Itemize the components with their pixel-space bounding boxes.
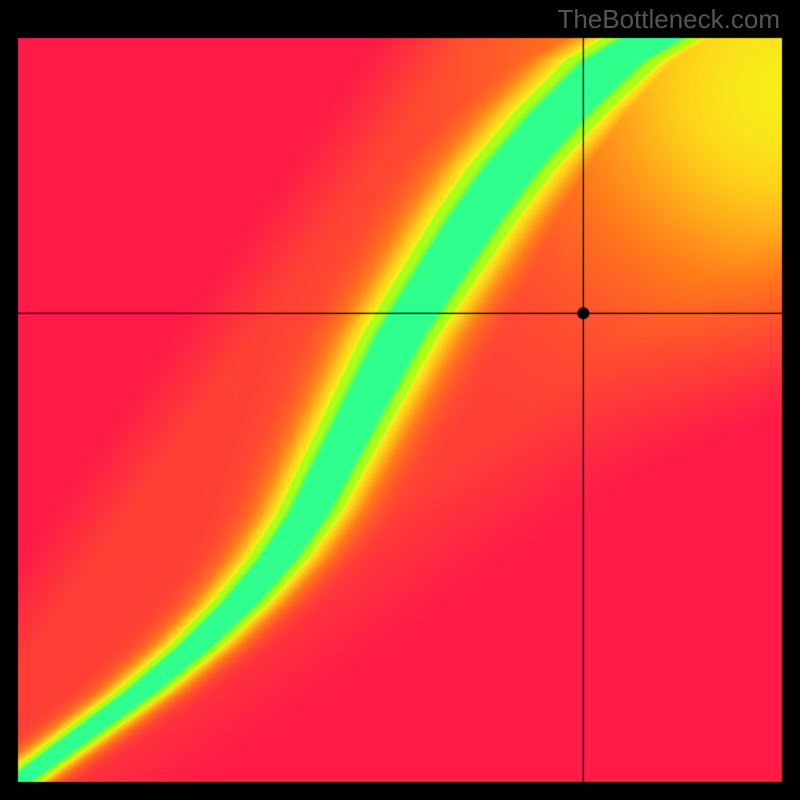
watermark-label: TheBottleneck.com [557, 4, 780, 35]
heatmap-canvas [0, 0, 800, 800]
bottleneck-heatmap: TheBottleneck.com [0, 0, 800, 800]
